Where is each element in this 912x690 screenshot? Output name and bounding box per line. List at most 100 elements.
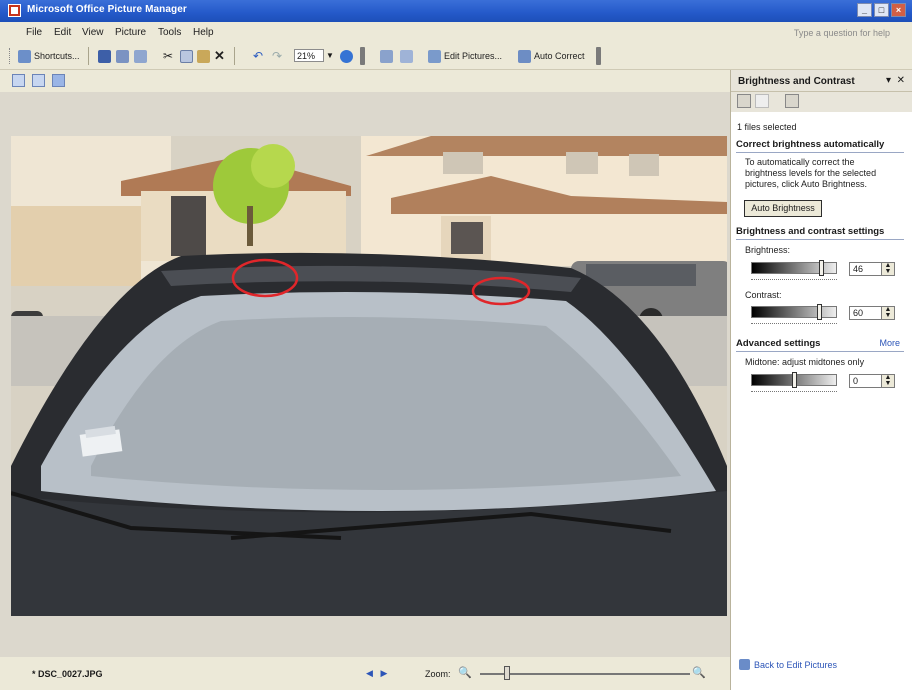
single-picture-view-icon[interactable] — [52, 74, 65, 87]
contrast-slider-thumb[interactable] — [817, 304, 822, 320]
close-button[interactable]: × — [891, 3, 906, 17]
menu-file[interactable]: File — [26, 27, 42, 38]
save-as-icon — [116, 49, 129, 63]
more-link[interactable]: More — [879, 338, 900, 348]
copy-button[interactable] — [180, 48, 193, 64]
maximize-button[interactable]: □ — [874, 3, 889, 17]
filmstrip-view-icon[interactable] — [32, 74, 45, 87]
auto-correct-button[interactable]: Auto Correct — [518, 48, 585, 64]
midtone-value-field[interactable]: 0 ▲ ▼ — [849, 374, 895, 388]
toolbar-separator — [88, 47, 89, 65]
edit-pictures-label: Edit Pictures... — [444, 51, 503, 61]
spinner-arrows-icon[interactable]: ▲ ▼ — [881, 374, 894, 387]
files-selected-text: 1 files selected — [737, 122, 797, 132]
status-bar: * DSC_0027.JPG ◀ ▶ Zoom: 🔍 🔍 — [0, 657, 730, 690]
section-divider — [736, 239, 904, 240]
edit-pictures-button[interactable]: Edit Pictures... — [428, 48, 502, 64]
midtone-value: 0 — [853, 376, 859, 386]
midtone-slider-thumb[interactable] — [792, 372, 797, 388]
menu-picture[interactable]: Picture — [115, 27, 146, 38]
previous-picture-icon[interactable]: ◀ — [366, 668, 373, 678]
delete-icon: ✕ — [214, 48, 225, 63]
rotate-left-button[interactable]: ↶ — [253, 48, 263, 64]
chevron-down-icon[interactable]: ▼ — [326, 51, 334, 60]
edit-pictures-icon — [428, 49, 441, 63]
contrast-ticks — [751, 319, 837, 324]
menu-view[interactable]: View — [82, 27, 104, 38]
menu-help[interactable]: Help — [193, 27, 214, 38]
section-divider — [736, 152, 904, 153]
contrast-slider[interactable] — [751, 306, 837, 318]
pane-close-icon[interactable]: ✕ — [897, 75, 905, 86]
menu-edit[interactable]: Edit — [54, 27, 71, 38]
thumbnail-view-icon[interactable] — [12, 74, 25, 87]
export-button[interactable] — [134, 48, 147, 64]
auto-correct-icon — [518, 49, 531, 63]
brightness-slider[interactable] — [751, 262, 837, 274]
view-switcher — [0, 70, 730, 92]
picture-navigation: ◀ ▶ — [366, 668, 387, 679]
zoom-combo[interactable]: 21% — [294, 49, 324, 62]
title-bar[interactable]: Microsoft Office Picture Manager _ □ × — [0, 0, 912, 22]
toolbar-grip[interactable] — [9, 48, 13, 64]
zoom-in-icon[interactable]: 🔍 — [692, 666, 706, 679]
pane-back-icon[interactable] — [737, 94, 751, 108]
help-icon — [340, 49, 353, 63]
midtone-label: Midtone: adjust midtones only — [745, 357, 865, 367]
photo-graphic — [11, 136, 727, 616]
brightness-label: Brightness: — [745, 245, 791, 255]
spinner-arrows-icon[interactable]: ▲ ▼ — [881, 262, 894, 275]
delete-button[interactable]: ✕ — [214, 48, 225, 64]
brightness-slider-thumb[interactable] — [819, 260, 824, 276]
zoom-out-icon[interactable]: 🔍 — [458, 666, 472, 679]
rotate-right-icon: ↷ — [272, 49, 283, 63]
zoom-slider-thumb[interactable] — [504, 666, 510, 680]
midtone-ticks — [751, 387, 837, 392]
scissors-icon: ✂ — [163, 49, 174, 63]
thumbnail-icon — [380, 49, 393, 63]
thumbnail-view-button[interactable] — [380, 48, 393, 64]
save-as-button[interactable] — [116, 48, 129, 64]
paste-button[interactable] — [197, 48, 210, 64]
pane-forward-icon[interactable] — [755, 94, 769, 108]
current-filename: * DSC_0027.JPG — [32, 669, 103, 679]
filmstrip-view-button[interactable] — [400, 48, 413, 64]
standard-toolbar: Shortcuts... ✂ ✕ ↶ ↷ 21% ▼ Edit Pictures… — [0, 42, 912, 70]
pane-header: Brightness and Contrast ▾ ✕ — [731, 70, 912, 92]
menu-tools[interactable]: Tools — [158, 27, 181, 38]
auto-brightness-description: To automatically correct the brightness … — [745, 157, 877, 189]
help-button[interactable] — [340, 48, 353, 64]
pane-home-icon[interactable] — [785, 94, 799, 108]
back-to-edit-pictures-link[interactable]: Back to Edit Pictures — [739, 659, 837, 670]
picture-viewer — [0, 92, 730, 657]
brightness-value: 46 — [853, 264, 864, 274]
rotate-right-button[interactable]: ↷ — [272, 48, 282, 64]
copy-icon — [180, 49, 193, 63]
paste-icon — [197, 49, 210, 63]
shortcuts-label: Shortcuts... — [34, 51, 80, 61]
export-icon — [134, 49, 147, 63]
zoom-label: Zoom: — [425, 669, 451, 679]
filmstrip-icon — [400, 49, 413, 63]
toolbar-handle[interactable] — [596, 47, 601, 65]
brightness-contrast-settings-heading: Brightness and contrast settings — [736, 226, 885, 237]
pane-menu-icon[interactable]: ▾ — [886, 75, 891, 86]
save-button[interactable] — [98, 48, 111, 64]
cut-button[interactable]: ✂ — [163, 48, 173, 64]
auto-brightness-button[interactable]: Auto Brightness — [744, 200, 822, 217]
auto-correct-label: Auto Correct — [534, 51, 585, 61]
minimize-button[interactable]: _ — [857, 3, 872, 17]
pane-title: Brightness and Contrast — [738, 76, 855, 87]
brightness-ticks — [751, 275, 837, 280]
zoom-slider-track[interactable] — [480, 673, 690, 675]
contrast-value: 60 — [853, 308, 864, 318]
brightness-value-field[interactable]: 46 ▲ ▼ — [849, 262, 895, 276]
next-picture-icon[interactable]: ▶ — [380, 668, 387, 678]
contrast-value-field[interactable]: 60 ▲ ▼ — [849, 306, 895, 320]
toolbar-handle[interactable] — [360, 47, 365, 65]
pane-controls: ▾ ✕ — [886, 75, 905, 86]
shortcuts-button[interactable]: Shortcuts... — [18, 48, 80, 64]
pane-navigation — [731, 92, 912, 112]
ask-question-box[interactable]: Type a question for help — [794, 28, 890, 38]
spinner-arrows-icon[interactable]: ▲ ▼ — [881, 306, 894, 319]
